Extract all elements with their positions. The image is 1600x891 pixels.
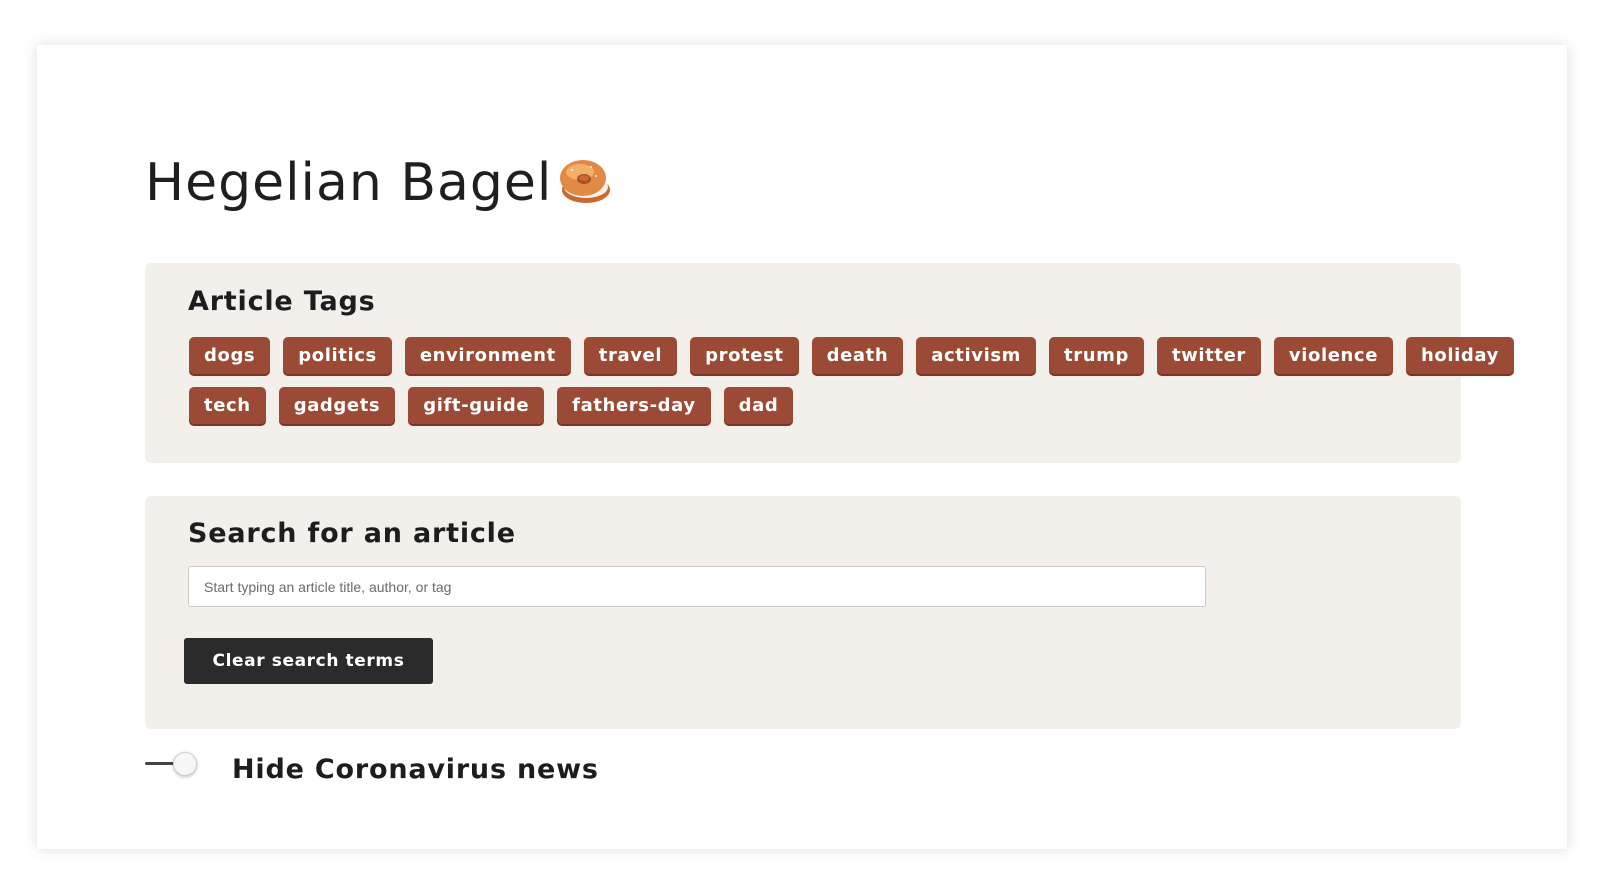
tag-fathers-day[interactable]: fathers-day — [557, 387, 711, 424]
hide-coronavirus-label: Hide Coronavirus news — [232, 754, 599, 785]
tag-death[interactable]: death — [811, 337, 904, 374]
tag-row-1: dogs politics environment travel protest… — [189, 337, 1514, 374]
hide-coronavirus-toggle[interactable] — [145, 752, 199, 776]
article-tags-heading: Article Tags — [188, 286, 376, 317]
article-tags-panel: Article Tags dogs politics environment t… — [145, 263, 1514, 463]
tag-gift-guide[interactable]: gift-guide — [408, 387, 545, 424]
tag-environment[interactable]: environment — [404, 337, 571, 374]
page-container: Hegelian Bagel Article Tags dogs politic… — [37, 45, 1567, 849]
tag-twitter[interactable]: twitter — [1156, 337, 1261, 374]
tag-row-2: tech gadgets gift-guide fathers-day dad — [189, 387, 794, 424]
clear-search-button[interactable]: Clear search terms — [184, 638, 433, 684]
tag-activism[interactable]: activism — [916, 337, 1037, 374]
site-title-text: Hegelian Bagel — [145, 153, 553, 213]
search-panel: Search for an article Clear search terms — [145, 496, 1461, 729]
tag-dogs[interactable]: dogs — [189, 337, 271, 374]
toggle-knob[interactable] — [173, 752, 197, 776]
tag-politics[interactable]: politics — [283, 337, 392, 374]
tag-gadgets[interactable]: gadgets — [278, 387, 396, 424]
bagel-icon — [558, 156, 612, 206]
tag-travel[interactable]: travel — [583, 337, 678, 374]
search-input[interactable] — [188, 566, 1206, 607]
site-title: Hegelian Bagel — [145, 153, 612, 213]
tag-trump[interactable]: trump — [1049, 337, 1144, 374]
tag-violence[interactable]: violence — [1273, 337, 1394, 374]
tag-tech[interactable]: tech — [189, 387, 266, 424]
tag-dad[interactable]: dad — [723, 387, 794, 424]
tag-protest[interactable]: protest — [690, 337, 799, 374]
tag-holiday[interactable]: holiday — [1406, 337, 1514, 374]
search-heading: Search for an article — [188, 518, 516, 549]
